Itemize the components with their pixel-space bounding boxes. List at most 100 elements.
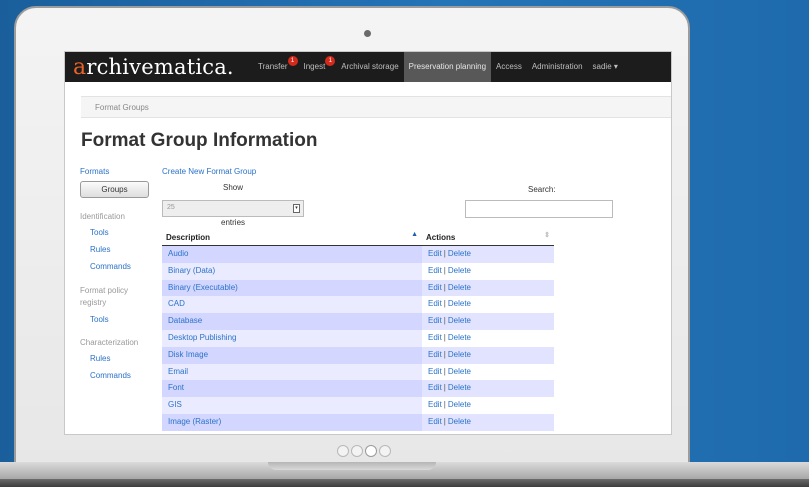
format-group-description[interactable]: Email: [162, 363, 422, 381]
edit-link[interactable]: Edit: [428, 316, 442, 325]
format-group-description[interactable]: Desktop Publishing: [162, 329, 422, 347]
archivematica-logo[interactable]: archivematica.: [65, 55, 253, 80]
delete-link[interactable]: Delete: [448, 417, 471, 426]
table-body: Audio Edit | Delete Binary (Data) Edit | Delete…: [162, 246, 554, 431]
nav-preservation-planning[interactable]: Preservation planning: [403, 52, 492, 82]
row-actions: Edit | Delete: [422, 380, 554, 397]
sidebar-item-identification-commands[interactable]: Commands: [80, 262, 170, 271]
row-actions: Edit | Delete: [422, 347, 554, 364]
delete-link[interactable]: Delete: [448, 333, 471, 342]
format-group-description[interactable]: CAD: [162, 296, 422, 314]
delete-link[interactable]: Delete: [448, 316, 471, 325]
nav-transfer-badge: 1: [287, 56, 298, 66]
nav-ingest-label: Ingest: [303, 62, 326, 71]
edit-link[interactable]: Edit: [428, 417, 442, 426]
delete-link[interactable]: Delete: [448, 350, 471, 359]
delete-link[interactable]: Delete: [448, 266, 471, 275]
page-title: Format Group Information: [81, 130, 318, 151]
format-group-description[interactable]: Binary (Data): [162, 262, 422, 280]
format-group-description[interactable]: Image (Raster): [162, 413, 422, 431]
entries-per-page-value: 25: [167, 204, 175, 211]
row-actions: Edit | Delete: [422, 330, 554, 347]
breadcrumb[interactable]: Format Groups: [95, 103, 149, 112]
sidebar-item-identification-tools[interactable]: Tools: [80, 228, 170, 237]
delete-link[interactable]: Delete: [448, 283, 471, 292]
table-row: Email Edit | Delete: [162, 363, 554, 381]
sidebar-item-characterization-commands[interactable]: Commands: [80, 371, 170, 380]
table-row: Binary (Executable) Edit | Delete: [162, 279, 554, 297]
sort-both-icon: ⇕: [544, 232, 550, 239]
row-actions: Edit | Delete: [422, 280, 554, 297]
edit-link[interactable]: Edit: [428, 333, 442, 342]
carousel-dot[interactable]: [351, 445, 363, 457]
nav-administration[interactable]: Administration: [527, 52, 588, 82]
carousel-dot-active[interactable]: [365, 445, 377, 457]
delete-link[interactable]: Delete: [448, 367, 471, 376]
format-group-description[interactable]: Font: [162, 380, 422, 398]
table-row: Font Edit | Delete: [162, 380, 554, 398]
laptop-base-shadow: [0, 479, 809, 487]
table-row: Database Edit | Delete: [162, 313, 554, 330]
format-group-description[interactable]: Database: [162, 313, 422, 330]
camera-icon: [364, 30, 371, 37]
search-input[interactable]: [465, 200, 613, 218]
edit-link[interactable]: Edit: [428, 266, 442, 275]
table-row: Image (Raster) Edit | Delete: [162, 413, 554, 431]
row-actions: Edit | Delete: [422, 414, 554, 431]
delete-link[interactable]: Delete: [448, 400, 471, 409]
format-group-description[interactable]: Binary (Executable): [162, 279, 422, 297]
table-row: Binary (Data) Edit | Delete: [162, 262, 554, 280]
format-group-description[interactable]: Audio: [162, 246, 422, 263]
entries-label: entries: [221, 218, 246, 227]
edit-link[interactable]: Edit: [428, 367, 442, 376]
sidebar-item-characterization-rules[interactable]: Rules: [80, 354, 170, 363]
entries-per-page-select[interactable]: 25 ▾: [162, 200, 304, 217]
sidebar-section-characterization: Characterization: [80, 338, 139, 347]
sidebar-item-policy-tools[interactable]: Tools: [80, 315, 170, 324]
delete-link[interactable]: Delete: [448, 299, 471, 308]
table-row: CAD Edit | Delete: [162, 296, 554, 314]
edit-link[interactable]: Edit: [428, 283, 442, 292]
row-actions: Edit | Delete: [422, 263, 554, 280]
delete-link[interactable]: Delete: [448, 383, 471, 392]
column-header-description-label: Description: [166, 233, 211, 242]
carousel-dots: [337, 445, 391, 457]
logo-text: rchivematica.: [86, 54, 234, 79]
nav-ingest[interactable]: Ingest 1: [299, 52, 336, 82]
table-row: Disk Image Edit | Delete: [162, 346, 554, 364]
row-actions: Edit | Delete: [422, 397, 554, 414]
column-header-actions[interactable]: Actions ⇕: [422, 230, 554, 245]
sidebar-section-policy-registry: Format policy registry: [80, 286, 129, 307]
carousel-dot[interactable]: [379, 445, 391, 457]
carousel-dot[interactable]: [337, 445, 349, 457]
format-group-description[interactable]: Disk Image: [162, 346, 422, 364]
table-row: Audio Edit | Delete: [162, 246, 554, 263]
nav-archival-storage[interactable]: Archival storage: [336, 52, 403, 82]
table-header: Description ▲ Actions ⇕: [162, 230, 554, 246]
edit-link[interactable]: Edit: [428, 299, 442, 308]
user-menu[interactable]: sadie ▾: [588, 52, 623, 82]
logo-initial: a: [73, 54, 87, 80]
edit-link[interactable]: Edit: [428, 400, 442, 409]
column-header-actions-label: Actions: [426, 233, 456, 242]
search-label: Search:: [528, 185, 556, 194]
sidebar-item-identification-rules[interactable]: Rules: [80, 245, 170, 254]
laptop-screen: archivematica. Transfer 1 Ingest 1 Archiva…: [64, 51, 672, 435]
format-group-description[interactable]: GIS: [162, 397, 422, 414]
show-label: Show: [223, 183, 244, 192]
sidebar-item-formats[interactable]: Formats: [80, 167, 170, 176]
nav-transfer[interactable]: Transfer 1: [253, 52, 298, 82]
table-row: GIS Edit | Delete: [162, 397, 554, 414]
create-format-group-link[interactable]: Create New Format Group: [162, 167, 256, 176]
sidebar-groups-button[interactable]: Groups: [80, 181, 149, 198]
edit-link[interactable]: Edit: [428, 383, 442, 392]
row-actions: Edit | Delete: [422, 364, 554, 381]
edit-link[interactable]: Edit: [428, 350, 442, 359]
format-groups-table: Description ▲ Actions ⇕ Audio Edit | Delete…: [162, 230, 554, 431]
sidebar-section-identification: Identification: [80, 212, 125, 221]
edit-link[interactable]: Edit: [428, 249, 442, 258]
top-navbar: archivematica. Transfer 1 Ingest 1 Archiva…: [65, 52, 671, 82]
column-header-description[interactable]: Description ▲: [162, 230, 422, 245]
delete-link[interactable]: Delete: [448, 249, 471, 258]
nav-access[interactable]: Access: [491, 52, 527, 82]
